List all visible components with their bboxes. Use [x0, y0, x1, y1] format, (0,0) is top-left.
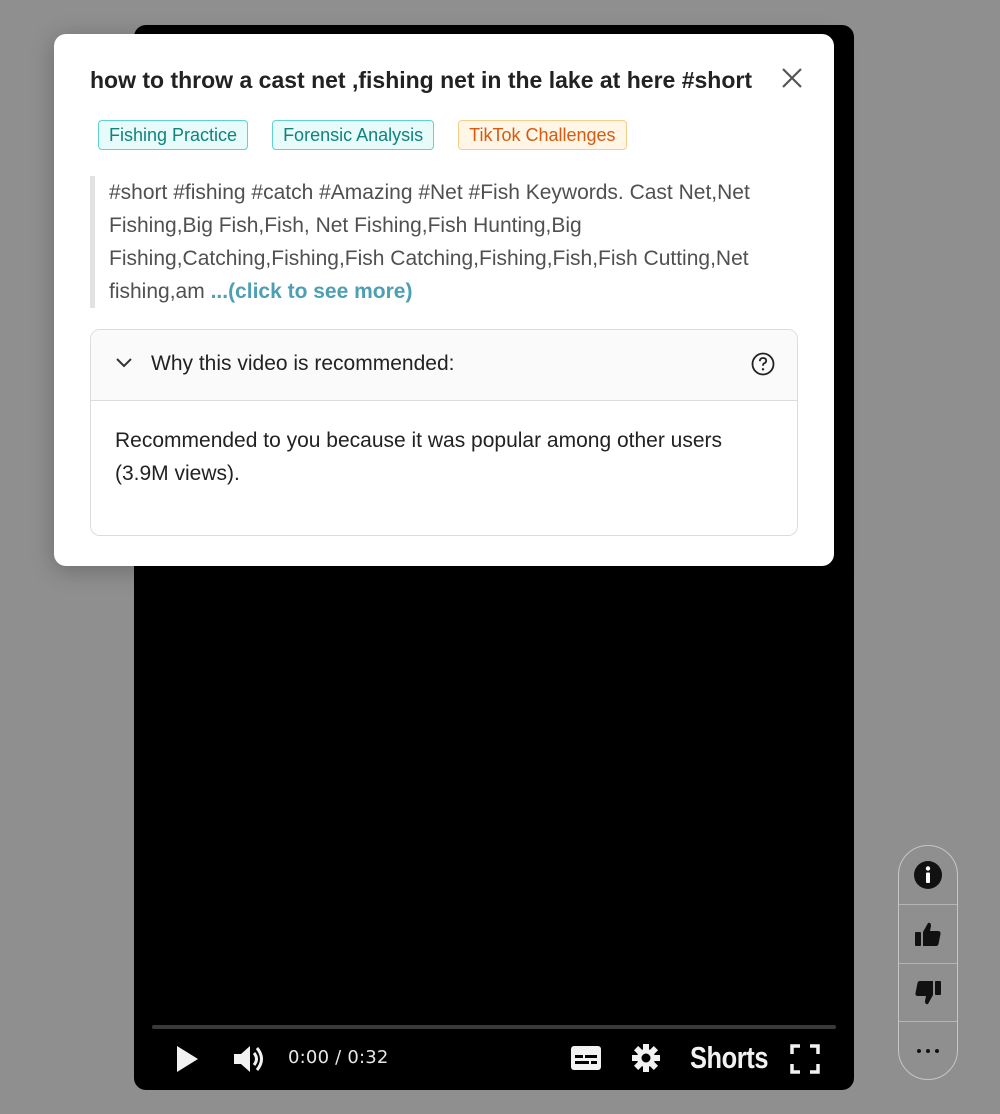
play-icon[interactable]: [174, 1045, 200, 1073]
question-circle-icon[interactable]: [751, 352, 775, 381]
tag-tiktok-challenges[interactable]: TikTok Challenges: [458, 120, 627, 150]
fullscreen-icon[interactable]: [790, 1044, 820, 1074]
thumbs-up-icon[interactable]: [899, 905, 957, 962]
thumbs-down-icon[interactable]: [899, 964, 957, 1021]
recommendation-header[interactable]: Why this video is recommended:: [91, 330, 797, 401]
info-icon[interactable]: [899, 846, 957, 903]
subtitles-icon[interactable]: [570, 1045, 602, 1071]
description-text: #short #fishing #catch #Amazing #Net #Fi…: [109, 181, 750, 303]
see-more-link[interactable]: ...(click to see more): [211, 280, 413, 303]
more-icon[interactable]: [899, 1022, 957, 1079]
tag-fishing-practice[interactable]: Fishing Practice: [98, 120, 249, 150]
recommendation-title: Why this video is recommended:: [151, 352, 455, 375]
recommendation-reason: Recommended to you because it was popula…: [115, 429, 723, 485]
video-info-modal: how to throw a cast net ,fishing net in …: [54, 34, 834, 566]
video-title: how to throw a cast net ,fishing net in …: [90, 67, 752, 93]
chevron-down-icon[interactable]: [115, 356, 133, 374]
shorts-label[interactable]: Shorts: [690, 1040, 768, 1076]
recommendation-panel: Why this video is recommended: Recommend…: [90, 329, 798, 536]
tag-forensic-analysis[interactable]: Forensic Analysis: [272, 120, 435, 150]
time-display: 0:00 / 0:32: [288, 1047, 389, 1068]
player-controls: 0:00 / 0:32 Shorts: [134, 1037, 854, 1081]
side-action-rail: [898, 845, 958, 1080]
progress-bar[interactable]: [152, 1025, 836, 1029]
close-icon[interactable]: [778, 64, 806, 92]
volume-icon[interactable]: [232, 1043, 266, 1075]
video-description: #short #fishing #catch #Amazing #Net #Fi…: [90, 176, 782, 308]
settings-icon[interactable]: [631, 1043, 661, 1073]
topic-tags: Fishing Practice Forensic Analysis TikTo…: [98, 120, 651, 150]
